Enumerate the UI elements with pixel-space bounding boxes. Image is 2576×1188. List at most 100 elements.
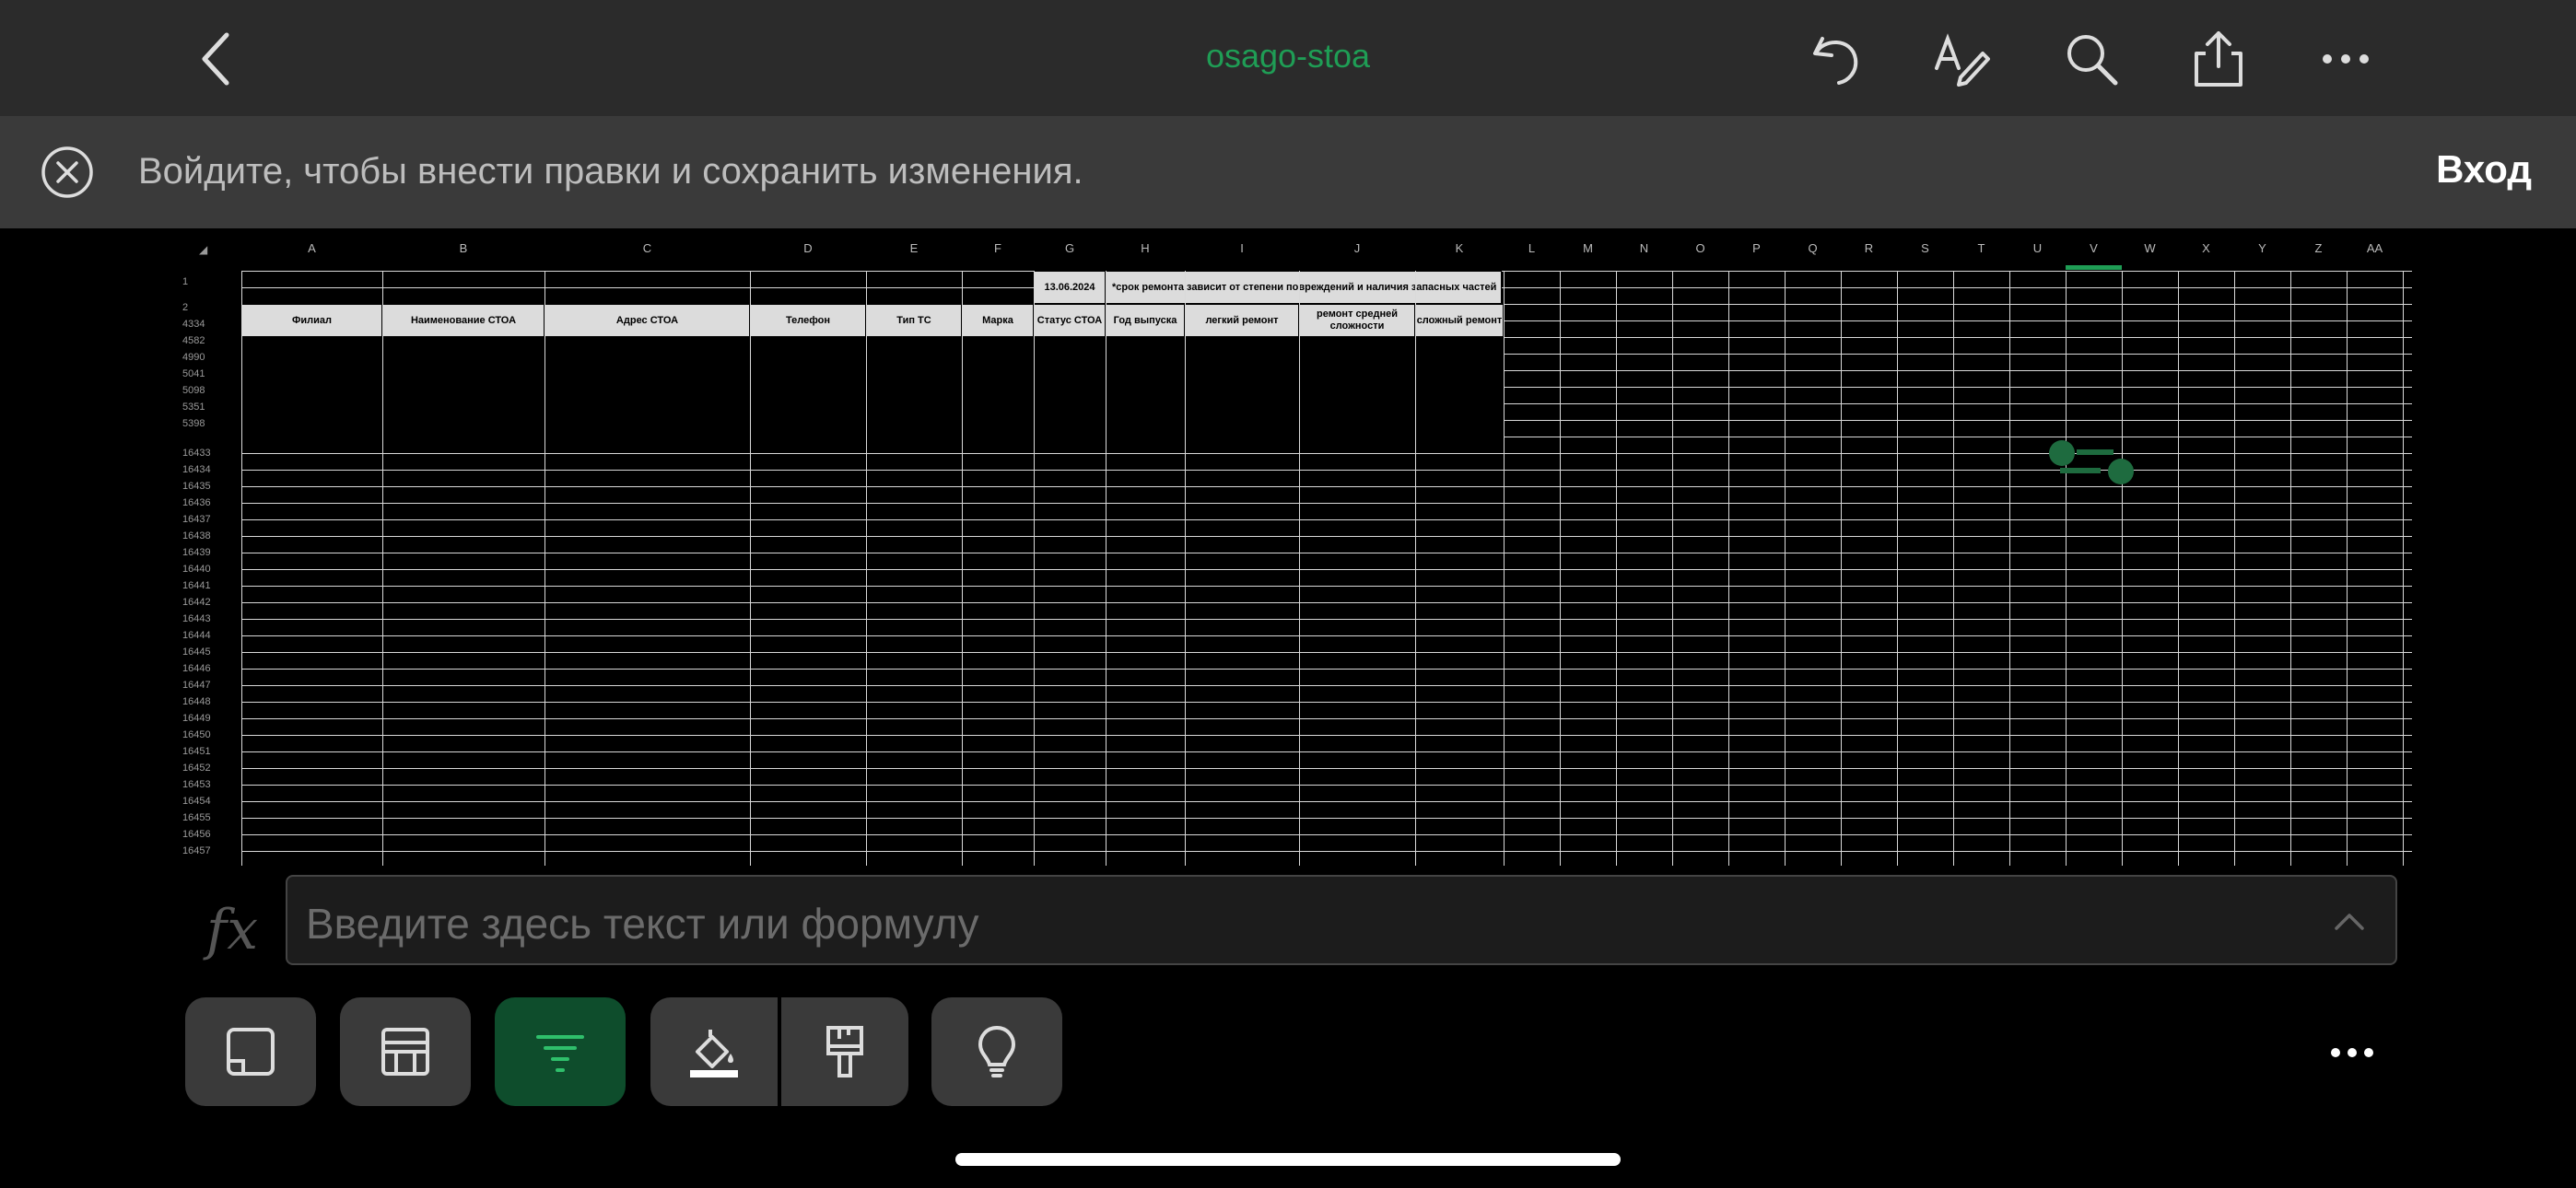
search-icon[interactable] — [2053, 20, 2130, 98]
table-cell[interactable]: 2-3 — [1185, 338, 1299, 353]
table-cell[interactable]: 10-14 — [1415, 338, 1504, 353]
selection-handle-icon[interactable] — [2043, 437, 2136, 496]
table-cell[interactable]: Volkswagen — [962, 338, 1034, 353]
row-header[interactable]: 16442 — [162, 597, 240, 608]
table-cell[interactable]: легковое — [866, 388, 962, 402]
row-header[interactable]: 5098 — [162, 385, 240, 396]
column-header-i[interactable]: I — [1185, 241, 1299, 255]
table-cell[interactable]: Volkswagen — [962, 355, 1034, 369]
column-header-z[interactable]: Z — [2290, 241, 2347, 255]
row-header[interactable]: 4334 — [162, 319, 240, 330]
table-cell[interactable]: г. Липецк, ул. Неделина, д. 16 — [544, 388, 750, 402]
table-cell[interactable]: ООО "Грин Кар" — [382, 437, 544, 452]
table-cell[interactable]: ООО "Автосервис Гарант" — [382, 404, 544, 419]
table-cell[interactable]: ООО "Автосервис Гарант" — [382, 388, 544, 402]
table-cell[interactable]: Липецкий филиал — [241, 437, 382, 452]
column-header-s[interactable]: S — [1897, 241, 1953, 255]
table-cell[interactable]: Volkswagen — [962, 388, 1034, 402]
table-cell[interactable]: до 2-х лет — [1106, 355, 1185, 369]
column-header-k[interactable]: K — [1415, 241, 1504, 255]
table-header-cell[interactable]: Статус СТОА — [1034, 304, 1106, 337]
table-cell[interactable]: Липецкий филиал — [241, 338, 382, 353]
table-row[interactable]: Липецкий филиал ИП Мурадян А.А. г. Липецк,… — [241, 337, 1504, 354]
column-header-t[interactable]: T — [1953, 241, 2009, 255]
table-cell[interactable]: Volkswagen — [962, 421, 1034, 436]
table-cell[interactable]: (4742) 507000 — [750, 421, 866, 436]
table-header-cell[interactable]: сложный ремонт — [1415, 304, 1504, 337]
freeze-panes-icon[interactable] — [340, 997, 471, 1106]
row-header[interactable]: 16455 — [162, 812, 240, 823]
row-header[interactable]: 16456 — [162, 829, 240, 840]
table-cell[interactable]: ИП Мурадян А.А. — [382, 338, 544, 353]
table-cell[interactable]: легковое — [866, 355, 962, 369]
column-header-v[interactable]: V — [2066, 241, 2122, 255]
row-header[interactable]: 16452 — [162, 763, 240, 774]
table-cell[interactable]: легковое — [866, 338, 962, 353]
table-header-cell[interactable]: легкий ремонт — [1185, 304, 1299, 337]
table-cell[interactable]: Не дилер — [1034, 421, 1106, 436]
table-cell[interactable]: Нет данных — [1185, 371, 1299, 386]
table-cell[interactable]: 4-6 — [1299, 388, 1415, 402]
table-cell[interactable]: до 12-ти лет — [1106, 421, 1185, 436]
row-header[interactable]: 4990 — [162, 352, 240, 363]
table-cell[interactable]: Нет данных — [1415, 437, 1504, 452]
row-header[interactable]: 16441 — [162, 580, 240, 591]
column-header-d[interactable]: D — [750, 241, 866, 255]
table-cell[interactable]: ДИЛЕР — [1034, 355, 1106, 369]
row-header[interactable]: 2 — [162, 302, 240, 313]
table-cell[interactable]: Не дилер — [1034, 371, 1106, 386]
row-header[interactable]: 16450 — [162, 729, 240, 740]
table-cell[interactable]: г. Липецк, СНТ Сокол-2, участок 915 — [544, 437, 750, 452]
table-header-cell[interactable]: Телефон — [750, 304, 866, 337]
row-header[interactable]: 16437 — [162, 514, 240, 525]
table-row[interactable]: Липецкий филиал ООО "Грин Кар" г. Липецк, … — [241, 437, 1504, 453]
column-header-h[interactable]: H — [1106, 241, 1185, 255]
column-header-c[interactable]: C — [544, 241, 750, 255]
toolbar-more-icon[interactable] — [2326, 1039, 2378, 1066]
table-cell[interactable]: Volkswagen — [962, 404, 1034, 419]
formula-input[interactable]: Введите здесь текст или формулу — [286, 875, 2397, 965]
filter-icon[interactable] — [495, 997, 626, 1106]
table-cell[interactable]: до 12-ти лет — [1106, 437, 1185, 452]
column-header-w[interactable]: W — [2122, 241, 2178, 255]
table-cell[interactable]: 5-7 — [1299, 421, 1415, 436]
column-header-l[interactable]: L — [1504, 241, 1560, 255]
table-row[interactable]: Липецкий филиал ООО "Автосервис Гарант" г.… — [241, 387, 1504, 403]
row-header[interactable]: 16435 — [162, 481, 240, 492]
table-cell[interactable]: г. Липецк, пл. Заводская, д. 9 — [544, 371, 750, 386]
table-cell[interactable]: Не дилер — [1034, 388, 1106, 402]
table-cell[interactable]: (4742) 555570 — [750, 355, 866, 369]
table-cell[interactable]: г. Липецк, ул. Московская, д. 79А — [544, 355, 750, 369]
ideas-icon[interactable] — [931, 997, 1062, 1106]
table-cell[interactable]: Не дилер — [1034, 338, 1106, 353]
table-cell[interactable]: Нет данных — [1299, 371, 1415, 386]
table-cell[interactable]: легковое — [866, 371, 962, 386]
table-cell[interactable]: 2-3 — [1185, 404, 1299, 419]
column-header-e[interactable]: E — [866, 241, 962, 255]
table-header-cell[interactable]: Филиал — [241, 304, 382, 337]
table-cell[interactable]: (904) 6897340 — [750, 388, 866, 402]
column-header-b[interactable]: B — [382, 241, 544, 255]
table-cell[interactable]: 2-4 — [1185, 421, 1299, 436]
table-cell[interactable]: 5-7 — [1299, 338, 1415, 353]
column-header-f[interactable]: F — [962, 241, 1034, 255]
table-cell[interactable]: 8-16 — [1415, 421, 1504, 436]
home-indicator[interactable] — [955, 1153, 1621, 1166]
share-icon[interactable] — [2180, 20, 2257, 98]
table-cell[interactable]: г. Липецк, ул. Катукова, д. 52 — [544, 338, 750, 353]
function-icon[interactable]: fx — [206, 898, 258, 962]
table-cell[interactable]: Нет данных — [1299, 355, 1415, 369]
column-header-n[interactable]: N — [1616, 241, 1672, 255]
table-cell[interactable]: ИП Хрюкин В.А. — [382, 371, 544, 386]
table-cell[interactable]: Липецкий филиал — [241, 421, 382, 436]
spreadsheet-grid[interactable]: 13.06.2024 *срок ремонта зависит от степ… — [241, 271, 2412, 866]
table-cell[interactable]: (961) 0354374 — [750, 371, 866, 386]
row-header[interactable]: 16443 — [162, 613, 240, 624]
column-header-aa[interactable]: AA — [2347, 241, 2403, 255]
row-header[interactable]: 16440 — [162, 564, 240, 575]
table-header-cell[interactable]: ремонт средней сложности — [1299, 304, 1415, 337]
table-row[interactable]: Липецкий филиал ИП Титов О.П. г. Липецк, у… — [241, 354, 1504, 370]
column-header-a[interactable]: A — [241, 241, 382, 255]
table-cell[interactable]: (4742) 516387 — [750, 338, 866, 353]
row-header[interactable]: 16449 — [162, 713, 240, 724]
